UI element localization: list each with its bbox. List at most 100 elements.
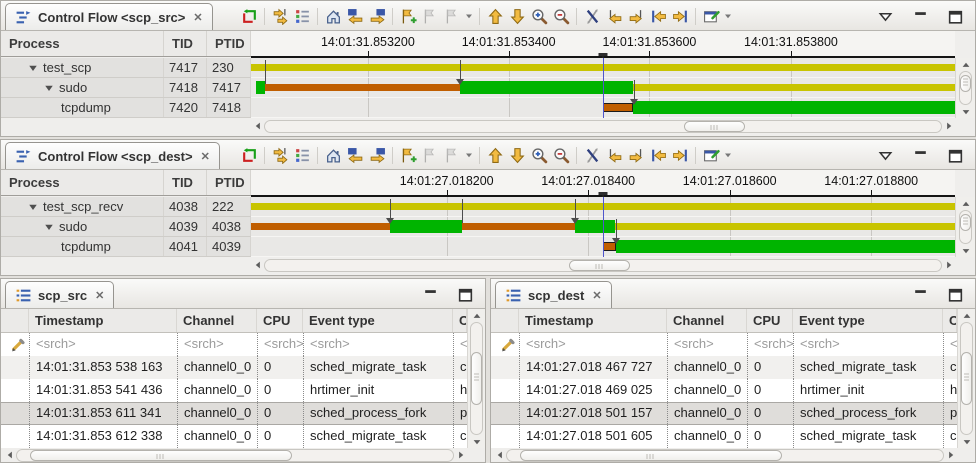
flow-dest-horizontal-scrollbar[interactable] bbox=[251, 258, 955, 272]
align-views-button[interactable] bbox=[269, 144, 291, 166]
search-cpu-field[interactable]: <srch> bbox=[257, 333, 303, 356]
close-icon[interactable]: ✕ bbox=[193, 11, 202, 24]
scroll-left-icon[interactable] bbox=[251, 259, 264, 272]
open-new-view-button[interactable] bbox=[700, 5, 722, 27]
search-contents-field[interactable]: <srch> bbox=[453, 333, 467, 356]
next-event-button[interactable] bbox=[625, 144, 647, 166]
minimize-icon[interactable] bbox=[909, 6, 931, 28]
events-src-horizontal-scrollbar[interactable] bbox=[3, 448, 467, 462]
table-row[interactable]: 14:01:31.853 612 338 channel0_0 0 sched_… bbox=[1, 425, 467, 448]
column-header-contents[interactable]: C bbox=[943, 309, 957, 332]
show-legend-button[interactable] bbox=[291, 5, 313, 27]
move-up-button[interactable] bbox=[484, 5, 506, 27]
scroll-right-icon[interactable] bbox=[454, 449, 467, 462]
maximize-icon[interactable] bbox=[944, 284, 966, 306]
cancel-time-sync-button[interactable] bbox=[581, 144, 603, 166]
column-header-ptid[interactable]: PTID bbox=[207, 170, 251, 195]
flow-dest-timeline-chart[interactable] bbox=[251, 197, 955, 257]
scroll-up-icon[interactable] bbox=[959, 197, 972, 210]
home-button[interactable] bbox=[322, 144, 344, 166]
column-header-timestamp[interactable]: Timestamp bbox=[519, 309, 667, 332]
previous-event-button[interactable] bbox=[603, 144, 625, 166]
column-header-contents[interactable]: C bbox=[453, 309, 467, 332]
align-views-button[interactable] bbox=[269, 5, 291, 27]
maximize-icon[interactable] bbox=[454, 284, 476, 306]
previous-state-change-button[interactable] bbox=[344, 144, 366, 166]
tab-control-flow-scp-src[interactable]: Control Flow <scp_src> ✕ bbox=[5, 3, 213, 30]
next-state-change-button[interactable] bbox=[366, 5, 388, 27]
go-to-start-button[interactable] bbox=[647, 144, 669, 166]
column-header-tid[interactable]: TID bbox=[164, 170, 207, 195]
move-up-button[interactable] bbox=[484, 144, 506, 166]
scroll-right-icon[interactable] bbox=[942, 120, 955, 133]
scroll-right-icon[interactable] bbox=[944, 449, 957, 462]
cancel-time-sync-button[interactable] bbox=[581, 5, 603, 27]
expander-icon[interactable] bbox=[43, 221, 55, 233]
column-header-tid[interactable]: TID bbox=[164, 31, 207, 56]
search-channel-field[interactable]: <srch> bbox=[667, 333, 747, 356]
search-cpu-field[interactable]: <srch> bbox=[747, 333, 793, 356]
minimize-icon[interactable] bbox=[419, 284, 441, 306]
tree-row-test-scp-recv[interactable]: test_scp_recv 4038 222 bbox=[1, 197, 251, 217]
events-dest-vertical-scrollbar[interactable] bbox=[957, 309, 975, 448]
zoom-out-button[interactable] bbox=[550, 5, 572, 27]
column-header-channel[interactable]: Channel bbox=[667, 309, 747, 332]
scroll-down-icon[interactable] bbox=[960, 435, 973, 448]
maximize-icon[interactable] bbox=[944, 6, 966, 28]
table-row[interactable]: 14:01:27.018 469 025 channel0_0 0 hrtime… bbox=[491, 379, 957, 402]
table-row[interactable]: 14:01:31.853 541 436 channel0_0 0 hrtime… bbox=[1, 379, 467, 402]
show-legend-button[interactable] bbox=[291, 144, 313, 166]
scroll-left-icon[interactable] bbox=[3, 449, 16, 462]
flow-src-horizontal-scrollbar[interactable] bbox=[251, 119, 955, 133]
scroll-down-icon[interactable] bbox=[959, 244, 972, 257]
scroll-down-icon[interactable] bbox=[470, 435, 483, 448]
tree-row-tcpdump[interactable]: tcpdump 4041 4039 bbox=[1, 237, 251, 257]
go-to-end-button[interactable] bbox=[669, 144, 691, 166]
go-to-start-button[interactable] bbox=[647, 5, 669, 27]
tree-row-sudo[interactable]: sudo 7418 7417 bbox=[1, 78, 251, 98]
open-new-view-button[interactable] bbox=[700, 144, 722, 166]
column-header-cpu[interactable]: CPU bbox=[747, 309, 793, 332]
search-contents-field[interactable]: <srch> bbox=[943, 333, 957, 356]
move-down-button[interactable] bbox=[506, 5, 528, 27]
column-header-channel[interactable]: Channel bbox=[177, 309, 257, 332]
move-down-button[interactable] bbox=[506, 144, 528, 166]
flow-src-timeline-chart[interactable] bbox=[251, 58, 955, 118]
scroll-up-icon[interactable] bbox=[960, 309, 973, 322]
previous-state-change-button[interactable] bbox=[344, 5, 366, 27]
scroll-up-icon[interactable] bbox=[470, 309, 483, 322]
table-row[interactable]: 14:01:27.018 467 727 channel0_0 0 sched_… bbox=[491, 356, 957, 379]
scroll-up-icon[interactable] bbox=[959, 58, 972, 71]
column-header-process[interactable]: Process bbox=[1, 170, 164, 195]
tree-row-tcpdump[interactable]: tcpdump 7420 7418 bbox=[1, 98, 251, 118]
view-menu-icon[interactable] bbox=[874, 145, 896, 167]
column-header-cpu[interactable]: CPU bbox=[257, 309, 303, 332]
expander-icon[interactable] bbox=[43, 82, 55, 94]
column-header-timestamp[interactable]: Timestamp bbox=[29, 309, 177, 332]
reset-time-range-button[interactable] bbox=[238, 5, 260, 27]
table-row[interactable]: 14:01:31.853 538 163 channel0_0 0 sched_… bbox=[1, 356, 467, 379]
view-menu-icon[interactable] bbox=[874, 6, 896, 28]
maximize-icon[interactable] bbox=[944, 145, 966, 167]
zoom-in-button[interactable] bbox=[528, 144, 550, 166]
tree-row-test-scp[interactable]: test_scp 7417 230 bbox=[1, 58, 251, 78]
flow-dest-vertical-scrollbar[interactable] bbox=[955, 197, 975, 257]
scroll-left-icon[interactable] bbox=[493, 449, 506, 462]
scroll-down-icon[interactable] bbox=[959, 105, 972, 118]
minimize-icon[interactable] bbox=[909, 145, 931, 167]
events-dest-horizontal-scrollbar[interactable] bbox=[493, 448, 957, 462]
new-view-dropdown-icon[interactable] bbox=[722, 144, 734, 166]
expander-icon[interactable] bbox=[27, 201, 39, 213]
column-header-process[interactable]: Process bbox=[1, 31, 164, 56]
search-event-type-field[interactable]: <srch> bbox=[303, 333, 453, 356]
next-state-change-button[interactable] bbox=[366, 144, 388, 166]
expander-icon[interactable] bbox=[27, 62, 39, 74]
search-channel-field[interactable]: <srch> bbox=[177, 333, 257, 356]
new-view-dropdown-icon[interactable] bbox=[722, 5, 734, 27]
tab-scp-src[interactable]: scp_src ✕ bbox=[5, 281, 114, 308]
table-row[interactable]: 14:01:27.018 501 605 channel0_0 0 sched_… bbox=[491, 425, 957, 448]
close-icon[interactable]: ✕ bbox=[592, 289, 601, 302]
close-icon[interactable]: ✕ bbox=[95, 289, 104, 302]
go-to-end-button[interactable] bbox=[669, 5, 691, 27]
column-header-event-type[interactable]: Event type bbox=[793, 309, 943, 332]
